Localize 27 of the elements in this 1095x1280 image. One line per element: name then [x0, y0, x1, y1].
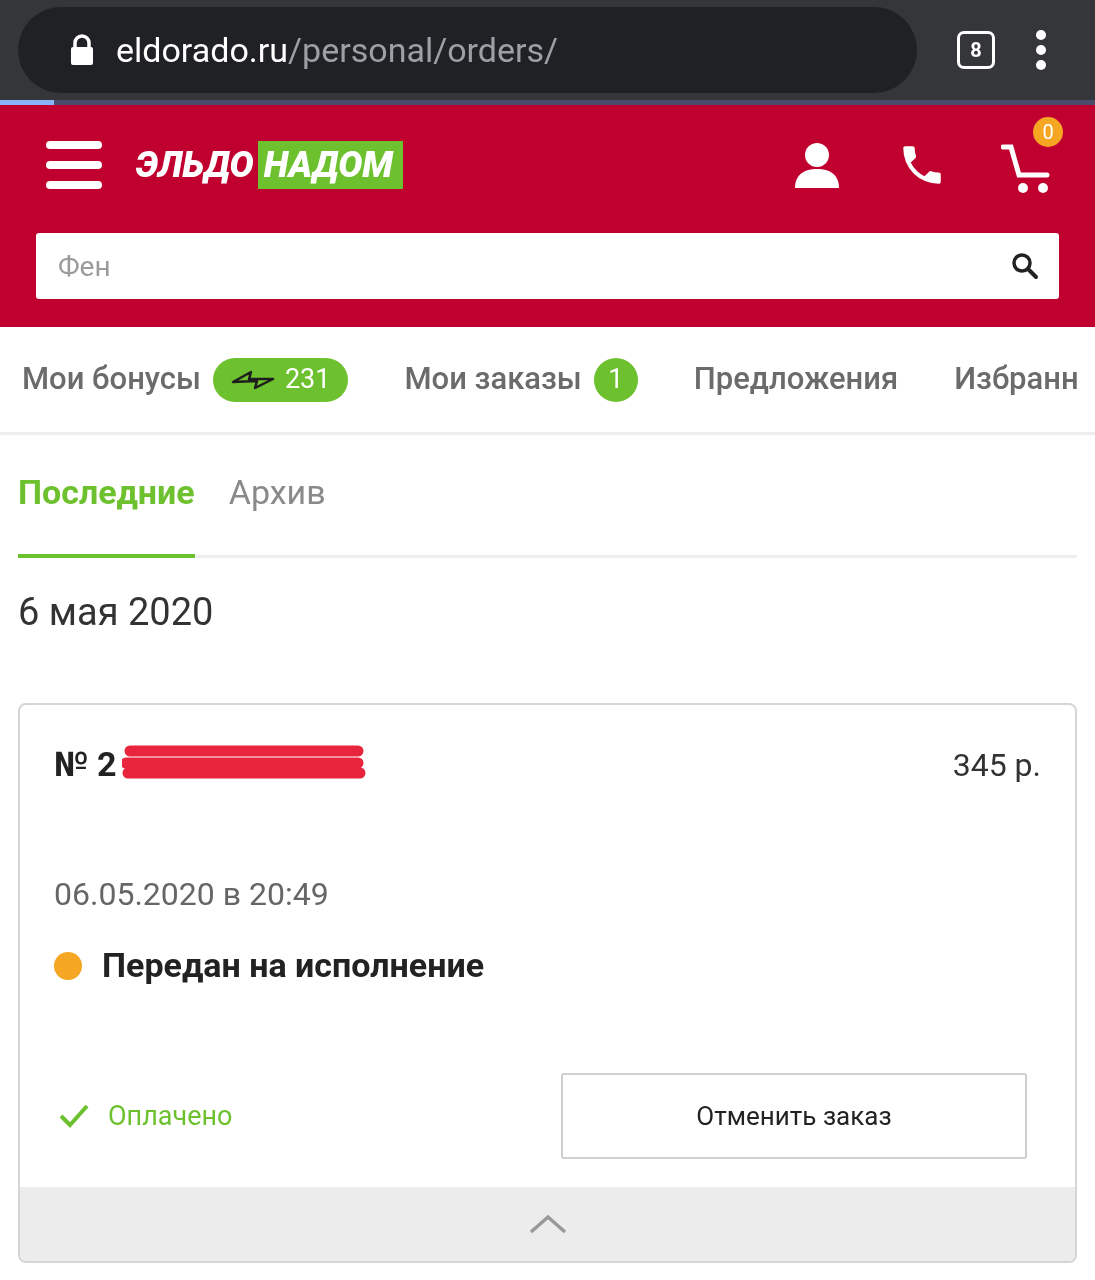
account-nav-link[interactable]: Мои бонусы: [22, 356, 201, 403]
tab-count[interactable]: 8: [957, 31, 995, 69]
lock-icon: [70, 34, 94, 66]
account-nav-link[interactable]: Избранн: [954, 356, 1079, 403]
account-nav-link[interactable]: Мои заказы: [404, 356, 582, 403]
order-date-heading: 6 мая 2020: [18, 589, 215, 636]
search-icon[interactable]: [1011, 252, 1039, 280]
search-field[interactable]: Фен: [36, 233, 1059, 299]
cart-count-badge: 0: [1033, 117, 1063, 147]
user-icon[interactable]: [795, 142, 839, 188]
count-badge: 1: [593, 357, 638, 402]
lightning-icon: [230, 368, 275, 391]
chevron-up-icon: [527, 1213, 568, 1235]
order-status: Передан на исполнение: [102, 944, 485, 987]
bonus-badge: 231: [212, 357, 349, 402]
payment-status: Оплачено: [108, 1098, 233, 1134]
page-load-bar: [0, 100, 54, 105]
order-number: № 2: [54, 743, 117, 786]
order-price: 345 р.: [952, 744, 1041, 786]
cancel-order-button[interactable]: Отменить заказ: [561, 1073, 1027, 1159]
menu-icon[interactable]: [46, 141, 102, 189]
url-text: eldorado.ru/personal/orders/: [116, 28, 559, 72]
orders-tab[interactable]: Архив: [228, 467, 326, 558]
account-nav-link[interactable]: Предложения: [693, 356, 899, 403]
address-bar[interactable]: eldorado.ru/personal/orders/: [18, 7, 917, 93]
order-datetime: 06.05.2020 в 20:49: [54, 874, 330, 915]
more-menu-icon[interactable]: [1035, 30, 1047, 70]
